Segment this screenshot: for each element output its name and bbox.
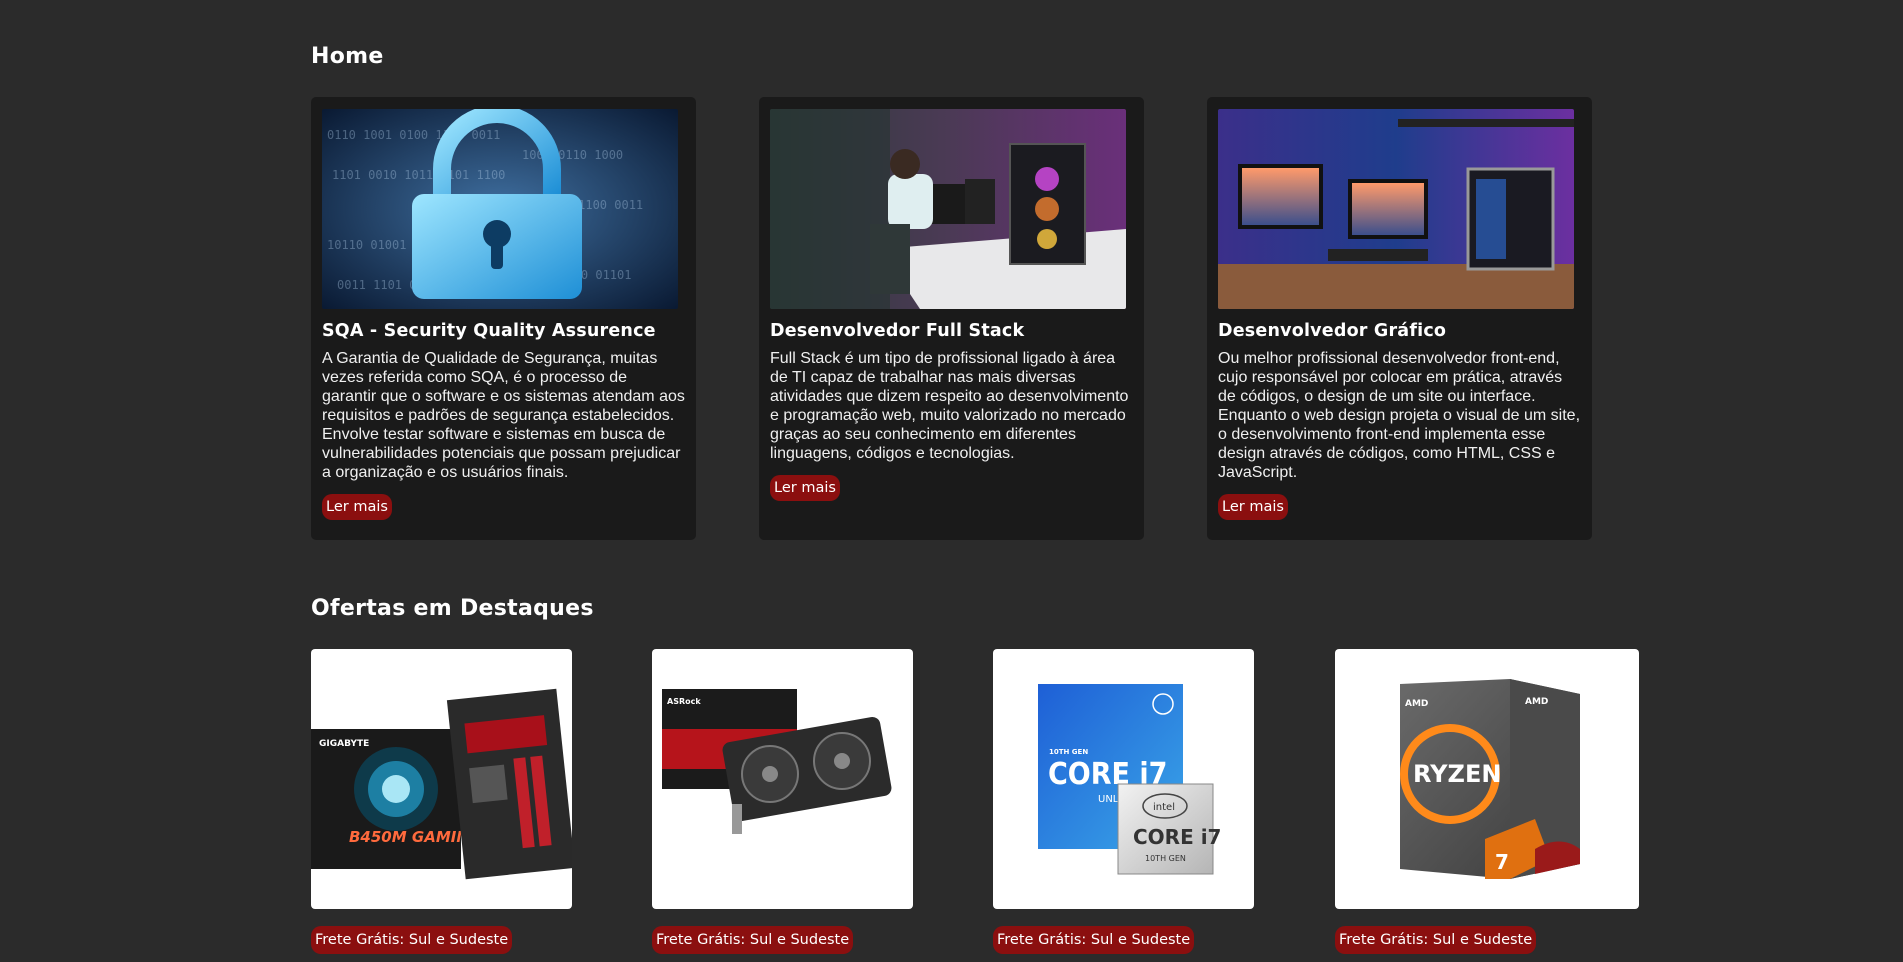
article-card-graphic-dev: Desenvolvedor Gráfico Ou melhor profissi… <box>1207 97 1592 540</box>
svg-text:CORE i7: CORE i7 <box>1133 825 1221 849</box>
card-title: SQA - Security Quality Assurence <box>322 321 656 341</box>
product-card-amd-cpu[interactable]: RYZEN AMD AMD 7 <box>1335 649 1639 909</box>
card-text: Full Stack é um tipo de profissional lig… <box>770 350 1129 462</box>
free-shipping-badge: Frete Grátis: Sul e Sudeste <box>993 926 1195 954</box>
product-card-graphics-card[interactable]: ASRock <box>652 649 913 909</box>
padlock-binary-image: 0110 1001 0100 1110 0011 1101 0010 1011 … <box>322 109 678 309</box>
svg-text:GIGABYTE: GIGABYTE <box>319 739 369 749</box>
home-section-title: Home <box>311 44 384 69</box>
svg-text:ASRock: ASRock <box>667 697 701 706</box>
developer-at-desk-image <box>770 109 1126 309</box>
svg-text:7: 7 <box>1495 850 1509 874</box>
read-more-button[interactable]: Ler mais <box>322 494 392 520</box>
card-title: Desenvolvedor Gráfico <box>1218 321 1447 341</box>
svg-text:AMD: AMD <box>1405 699 1428 709</box>
gaming-setup-image <box>1218 109 1574 309</box>
article-card-full-stack: Desenvolvedor Full Stack Full Stack é um… <box>759 97 1144 540</box>
svg-text:intel: intel <box>1153 802 1175 813</box>
motherboard-image: GIGABYTE B450M GAMING <box>311 688 572 880</box>
svg-text:0110 1001 0100 1110 0011: 0110 1001 0100 1110 0011 <box>327 128 500 142</box>
svg-text:1001 0110 1000: 1001 0110 1000 <box>522 148 623 162</box>
card-text: Ou melhor profissional desenvolvedor fro… <box>1218 350 1581 481</box>
read-more-button[interactable]: Ler mais <box>1218 494 1288 520</box>
article-card-sqa: 0110 1001 0100 1110 0011 1101 0010 1011 … <box>311 97 696 540</box>
card-title: Desenvolvedor Full Stack <box>770 321 1025 341</box>
read-more-button[interactable]: Ler mais <box>770 475 840 501</box>
free-shipping-badge: Frete Grátis: Sul e Sudeste <box>652 926 854 954</box>
card-text: A Garantia de Qualidade de Segurança, mu… <box>322 350 685 481</box>
free-shipping-badge: Frete Grátis: Sul e Sudeste <box>1335 926 1537 954</box>
page: Home 0110 1001 0100 1110 0011 1101 0010 … <box>0 0 1903 962</box>
free-shipping-badge: Frete Grátis: Sul e Sudeste <box>311 926 513 954</box>
svg-text:10TH GEN: 10TH GEN <box>1049 748 1088 756</box>
graphics-card-image: ASRock <box>662 689 892 834</box>
amd-cpu-image: RYZEN AMD AMD 7 <box>1400 679 1580 879</box>
product-card-motherboard[interactable]: GIGABYTE B450M GAMING <box>311 649 572 909</box>
svg-text:10TH GEN: 10TH GEN <box>1145 854 1186 863</box>
svg-text:RYZEN: RYZEN <box>1413 760 1501 788</box>
intel-cpu-image: 10TH GEN CORE i7 UNLO intel CORE i7 10TH… <box>1038 684 1221 875</box>
svg-text:1101 0010 1011 0101 1100: 1101 0010 1011 0101 1100 <box>332 168 505 182</box>
product-card-intel-cpu[interactable]: 10TH GEN CORE i7 UNLO intel CORE i7 10TH… <box>993 649 1254 909</box>
svg-text:AMD: AMD <box>1525 697 1548 707</box>
offers-section-title: Ofertas em Destaques <box>311 596 594 621</box>
